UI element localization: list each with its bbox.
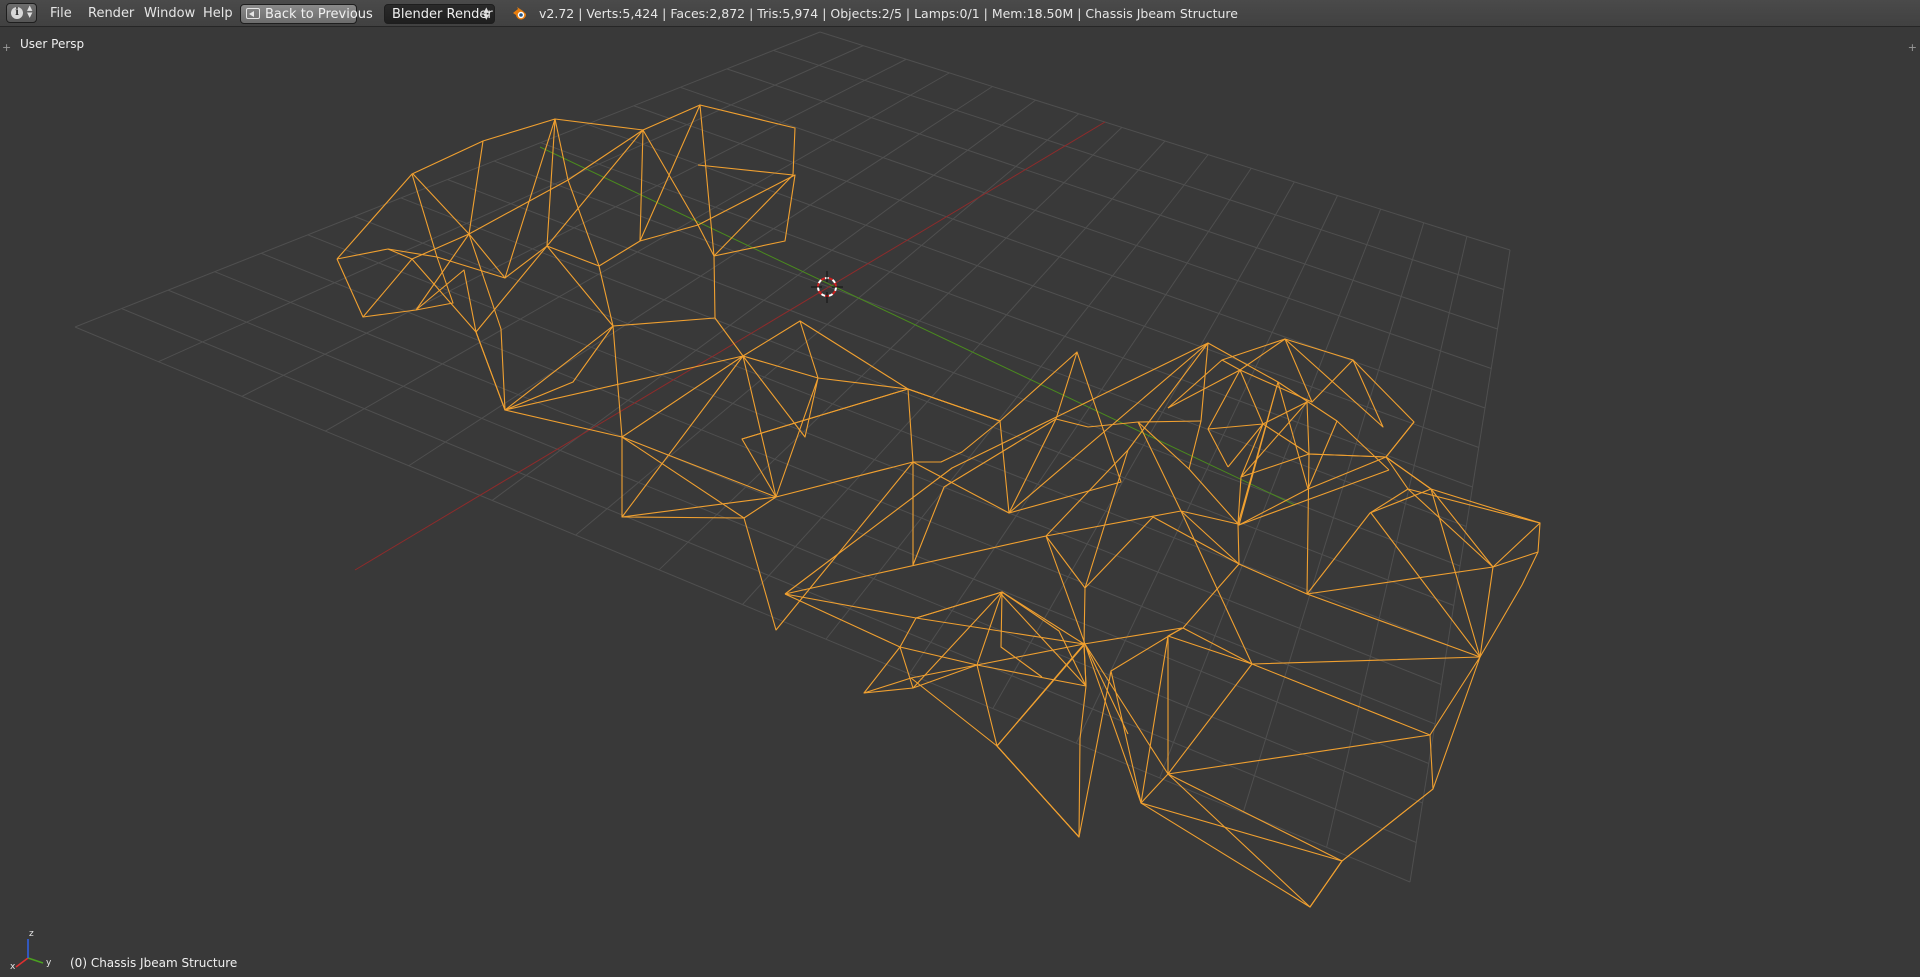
menu-window[interactable]: Window [144, 6, 195, 21]
3d-viewport[interactable]: + + User Persp y z x (0) Chassis Jbeam S… [0, 27, 1920, 977]
wireframe-edge [1341, 734, 1434, 862]
viewport-scene[interactable] [0, 27, 1920, 977]
wireframe-edge [1385, 421, 1432, 490]
wireframe-edge [863, 643, 1085, 747]
wireframe-edge [996, 685, 1087, 838]
back-to-previous-button[interactable]: Back to Previous [240, 4, 373, 24]
wireframe-edge [387, 245, 716, 333]
wireframe-edge [1084, 643, 1343, 908]
wireframe-edge [1084, 636, 1169, 775]
floor-grid [74, 31, 1511, 883]
wireframe-edge [336, 104, 796, 260]
wireframe-edge [1369, 488, 1494, 658]
wireframe-edge [1227, 401, 1308, 478]
wireframe-edge [1045, 535, 1183, 645]
up-down-arrows-icon: ▲ ▼ [27, 4, 33, 19]
wireframe-edge [743, 418, 1139, 631]
wireframe-edge [784, 593, 901, 648]
blender-logo-icon [513, 7, 527, 20]
editor-type-selector[interactable]: i ▲ ▼ [6, 3, 37, 23]
wireframe-edge [621, 355, 819, 518]
wireframe-edge [996, 643, 1112, 838]
wireframe-edge [775, 418, 1057, 514]
wireframe-edge [1306, 456, 1541, 595]
active-object-label: (0) Chassis Jbeam Structure [70, 956, 238, 970]
grid-line [74, 326, 1411, 883]
axis-z-label: z [29, 929, 34, 939]
scene-statistics: v2.72 | Verts:5,424 | Faces:2,872 | Tris… [539, 6, 1238, 21]
wireframe-edge [362, 224, 715, 318]
wireframe-edge [336, 173, 506, 411]
info-header: i ▲ ▼ File Render Window Help Back to Pre… [0, 0, 1920, 27]
up-down-arrows-icon: ▲ ▼ [483, 6, 489, 21]
back-screen-icon [246, 8, 260, 19]
wireframe-edge [1045, 535, 1086, 645]
render-engine-select[interactable]: Blender Render ▲ ▼ [384, 4, 495, 24]
grid-line [400, 197, 1454, 606]
3d-cursor-icon[interactable] [811, 271, 843, 303]
grid-line [1075, 195, 1338, 744]
wireframe-edge [863, 617, 917, 694]
wireframe-edge [1188, 381, 1338, 526]
region-expand-icon[interactable]: + [2, 42, 11, 53]
axis-y-label: y [46, 958, 52, 968]
render-engine-label: Blender Render [392, 7, 493, 22]
wireframe-edge [714, 317, 1078, 422]
menu-help[interactable]: Help [203, 6, 233, 21]
axis-x-label: x [10, 962, 16, 971]
back-to-previous-label: Back to Previous [265, 7, 373, 22]
grid-line [1242, 222, 1425, 813]
axis-gizmo-icon: y z x [10, 929, 52, 971]
menu-file[interactable]: File [50, 6, 72, 21]
wireframe-edge [1167, 510, 1253, 665]
grid-line [121, 308, 1417, 843]
view-perspective-label: User Persp [20, 37, 85, 51]
wireframe-edge [910, 677, 1080, 838]
region-expand-icon[interactable]: + [1908, 42, 1917, 53]
grid-line [261, 252, 1436, 725]
grid-line [307, 234, 1442, 685]
y-axis-line [539, 146, 1296, 506]
info-icon: i [11, 7, 23, 19]
chassis-jbeam-wireframe[interactable] [336, 104, 1541, 908]
wireframe-edge [1182, 563, 1481, 665]
grid-line [214, 271, 1429, 764]
menu-render[interactable]: Render [88, 6, 134, 21]
